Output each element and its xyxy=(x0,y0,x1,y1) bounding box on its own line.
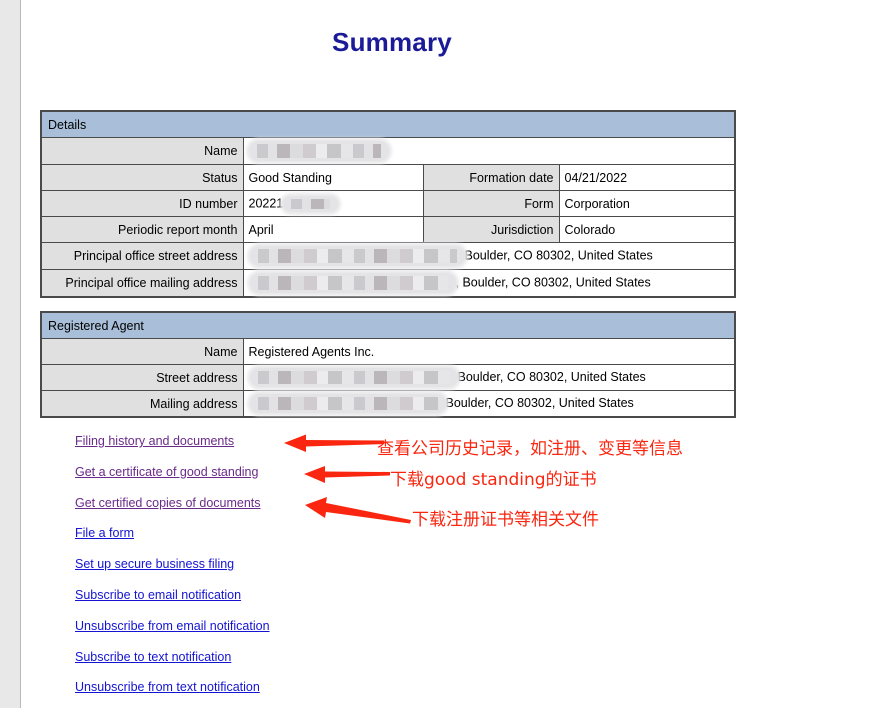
link-unsubscribe-from-text-notification[interactable]: Unsubscribe from text notification xyxy=(75,680,260,694)
label-periodic-report-month: Periodic report month xyxy=(40,216,244,243)
redaction-id-number xyxy=(283,195,339,212)
value-status: Good Standing xyxy=(242,164,424,191)
annotation-arrow-1-icon xyxy=(284,434,384,452)
value-agent-street-address: Boulder, CO 80302, United States xyxy=(242,364,736,391)
link-set-up-secure-business-filing[interactable]: Set up secure business filing xyxy=(75,557,234,571)
table-row: Principal office mailing address , Bould… xyxy=(40,269,736,298)
table-row: Details xyxy=(40,110,736,138)
redaction-agent-mailing xyxy=(249,394,446,413)
table-row: Mailing address Boulder, CO 80302, Unite… xyxy=(40,390,736,418)
annotation-arrow-2-icon xyxy=(304,466,390,483)
agent-mailing-address-tail: Boulder, CO 80302, United States xyxy=(445,395,634,410)
registered-agent-table: Registered Agent Name Registered Agents … xyxy=(40,311,736,418)
details-table: Details Name MEAT INC Status Good Standi… xyxy=(40,110,737,298)
link-unsubscribe-from-email-notification[interactable]: Unsubscribe from email notification xyxy=(75,619,270,633)
table-row: Periodic report month April Jurisdiction… xyxy=(40,216,736,243)
label-principal-office-mailing-address: Principal office mailing address xyxy=(40,269,244,298)
browser-left-gutter xyxy=(0,0,21,708)
label-id-number: ID number xyxy=(40,190,244,217)
summary-page: Summary Details Name MEAT INC Status Goo… xyxy=(22,0,886,708)
table-row: Status Good Standing Formation date 04/2… xyxy=(40,164,736,191)
label-principal-office-street-address: Principal office street address xyxy=(40,242,244,270)
value-form: Corporation xyxy=(558,190,736,217)
label-status: Status xyxy=(40,164,244,191)
annotation-text-3: 下载注册证书等相关文件 xyxy=(412,510,599,530)
value-jurisdiction: Colorado xyxy=(558,216,736,243)
redaction-principal-street xyxy=(249,246,465,266)
value-id-number: 20221 xyxy=(242,190,424,217)
link-file-a-form[interactable]: File a form xyxy=(75,526,134,540)
label-agent-mailing-address: Mailing address xyxy=(40,390,244,418)
table-row: Street address Boulder, CO 80302, United… xyxy=(40,364,736,391)
value-principal-office-street-address: Boulder, CO 80302, United States xyxy=(242,242,736,270)
label-agent-street-address: Street address xyxy=(40,364,244,391)
value-periodic-report-month: April xyxy=(242,216,424,243)
table-row: Principal office street address Boulder,… xyxy=(40,242,736,270)
link-filing-history-and-documents[interactable]: Filing history and documents xyxy=(75,434,234,448)
annotation-arrow-3-icon xyxy=(305,497,411,524)
link-subscribe-to-text-notification[interactable]: Subscribe to text notification xyxy=(75,650,231,664)
redaction-name xyxy=(248,141,389,161)
link-get-certified-copies-of-documents[interactable]: Get certified copies of documents xyxy=(75,496,261,510)
details-table-header: Details xyxy=(40,110,736,138)
id-number-prefix: 20221 xyxy=(248,195,284,210)
value-agent-mailing-address: Boulder, CO 80302, United States xyxy=(242,390,736,418)
table-row: Registered Agent xyxy=(40,311,736,339)
agent-street-address-tail: Boulder, CO 80302, United States xyxy=(457,369,646,384)
annotation-text-2: 下载good standing的证书 xyxy=(390,470,597,490)
value-principal-office-mailing-address: , Boulder, CO 80302, United States xyxy=(242,269,736,298)
label-formation-date: Formation date xyxy=(422,164,560,191)
table-row: Name MEAT INC xyxy=(40,137,736,165)
table-row: Name Registered Agents Inc. xyxy=(40,338,736,365)
principal-street-address-tail: Boulder, CO 80302, United States xyxy=(464,248,653,263)
value-formation-date: 04/21/2022 xyxy=(558,164,736,191)
annotation-text-1: 查看公司历史记录，如注册、变更等信息 xyxy=(377,439,683,459)
table-row: ID number 20221 Form Corporation xyxy=(40,190,736,217)
link-get-a-certificate-of-good-standing[interactable]: Get a certificate of good standing xyxy=(75,465,258,479)
value-name: MEAT INC xyxy=(242,137,736,165)
label-name: Name xyxy=(40,137,244,165)
label-agent-name: Name xyxy=(40,338,244,365)
value-agent-name: Registered Agents Inc. xyxy=(242,338,736,365)
redaction-agent-street xyxy=(249,368,458,387)
label-jurisdiction: Jurisdiction xyxy=(422,216,560,243)
registered-agent-table-header: Registered Agent xyxy=(40,311,736,339)
link-subscribe-to-email-notification[interactable]: Subscribe to email notification xyxy=(75,588,241,602)
principal-mailing-address-tail: , Boulder, CO 80302, United States xyxy=(455,275,651,290)
label-form: Form xyxy=(422,190,560,217)
page-title: Summary xyxy=(332,27,452,57)
redaction-principal-mailing xyxy=(249,273,456,293)
